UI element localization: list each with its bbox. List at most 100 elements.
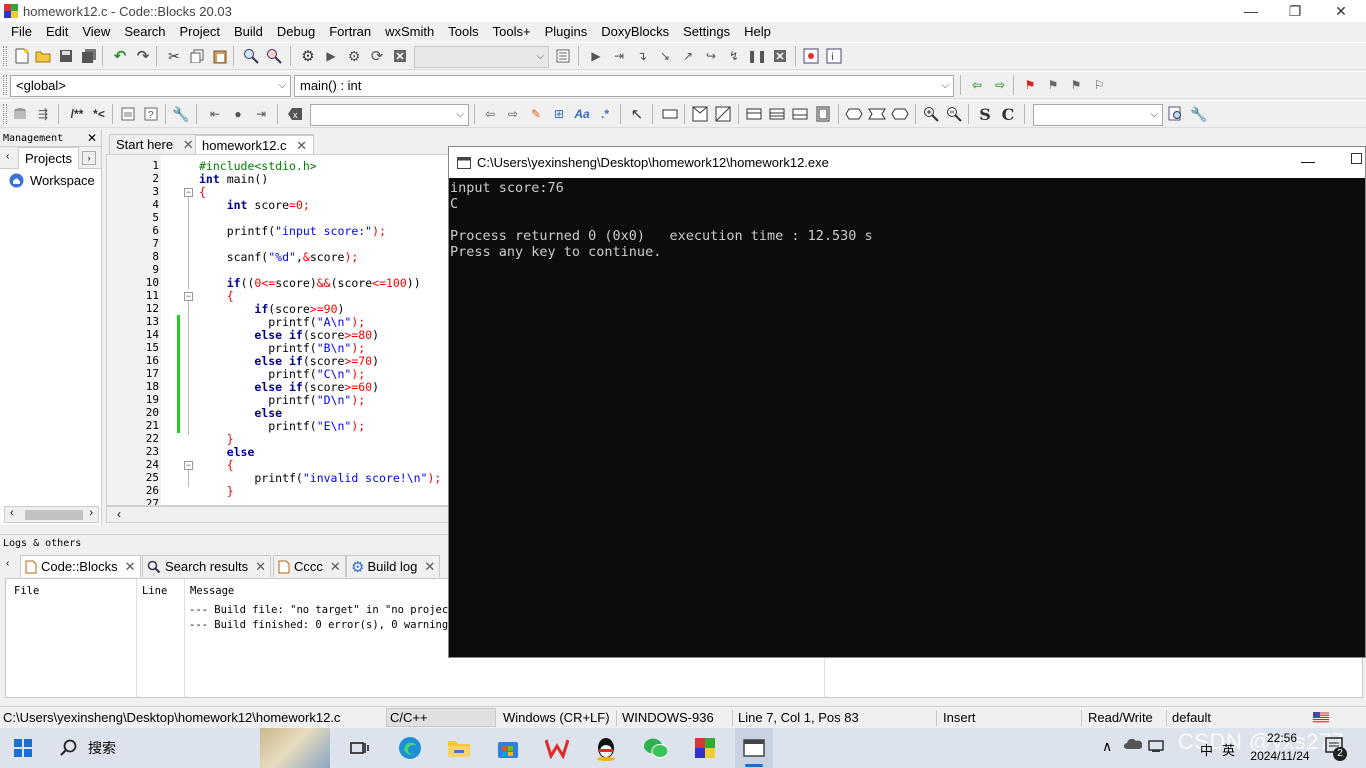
undo-icon[interactable]: ↶ — [110, 46, 130, 66]
next-line-icon[interactable]: ↴ — [632, 46, 652, 66]
abort-icon[interactable] — [390, 46, 410, 66]
symbol-find-icon[interactable] — [1166, 104, 1186, 124]
workspace-tree-item[interactable]: Workspace — [0, 169, 101, 188]
editor-hscroll[interactable]: ‹ — [106, 506, 450, 523]
line-number[interactable]: 7 — [107, 237, 159, 250]
toolbar-grip[interactable] — [3, 46, 7, 66]
flow-switch-icon[interactable] — [713, 104, 733, 124]
close-tab-icon[interactable]: ✕ — [296, 138, 307, 153]
console-window[interactable]: C:\Users\yexinsheng\Desktop\homework12\h… — [448, 146, 1366, 658]
line-number[interactable]: 8 — [107, 250, 159, 263]
save-all-icon[interactable] — [79, 46, 99, 66]
find-icon[interactable] — [241, 46, 261, 66]
menu-tools[interactable]: Tools — [441, 22, 485, 42]
menu-project[interactable]: Project — [173, 22, 227, 42]
tab-build-log[interactable]: ⚙ Build log ✕ — [346, 555, 441, 577]
codeblocks-taskbar-icon[interactable] — [689, 732, 721, 764]
debug-start-icon[interactable]: ▶ — [586, 46, 606, 66]
zoom-out-icon[interactable] — [944, 104, 964, 124]
network-icon[interactable] — [1148, 738, 1164, 755]
prev-bookmark-icon[interactable]: ⚑ — [1043, 75, 1063, 95]
bookmark-dot-icon[interactable]: ● — [228, 104, 248, 124]
search-next-icon[interactable]: ⇨ — [503, 104, 523, 124]
extract-docs-icon[interactable]: ⇶ — [33, 104, 53, 124]
menu-tools-plus[interactable]: Tools+ — [486, 22, 538, 42]
line-number[interactable]: 11 — [107, 289, 159, 302]
build-target-combo[interactable]: ⌵ — [414, 46, 549, 68]
menu-debug[interactable]: Debug — [270, 22, 322, 42]
console-minimize-button[interactable]: — — [1301, 153, 1315, 169]
column-header-file[interactable]: File — [14, 585, 39, 597]
target-options-icon[interactable] — [553, 46, 573, 66]
close-management-icon[interactable]: ✕ — [87, 130, 97, 147]
debug-windows-icon[interactable] — [801, 46, 821, 66]
close-tab-icon[interactable]: ✕ — [424, 559, 435, 575]
scope-combo[interactable]: <global> ⌵ — [10, 75, 291, 97]
line-number[interactable]: 16 — [107, 354, 159, 367]
search-prev-icon[interactable]: ⇦ — [480, 104, 500, 124]
flow-for-icon[interactable] — [767, 104, 787, 124]
new-file-icon[interactable] — [12, 46, 32, 66]
tab-scroll-right-icon[interactable]: › — [82, 151, 96, 165]
block-comment-button[interactable]: /** — [64, 104, 90, 124]
replace-icon[interactable] — [264, 46, 284, 66]
match-case-icon[interactable]: Aa — [572, 104, 592, 124]
close-tab-icon[interactable]: ✕ — [330, 559, 341, 575]
clock-time[interactable]: 22:56 — [1262, 731, 1302, 745]
show-hidden-icons[interactable]: ∧ — [1102, 738, 1112, 755]
jump-back-icon[interactable]: ⇦ — [967, 75, 987, 95]
line-number[interactable]: 10 — [107, 276, 159, 289]
symbol-search-combo[interactable]: ⌵ — [1033, 104, 1163, 126]
build-settings-icon[interactable]: ⚙ — [298, 46, 318, 66]
c-button[interactable]: C — [998, 104, 1018, 124]
stop-debug-icon[interactable] — [770, 46, 790, 66]
line-number[interactable]: 6 — [107, 224, 159, 237]
function-combo[interactable]: main() : int ⌵ — [294, 75, 954, 97]
tab-projects[interactable]: Projects — [18, 147, 79, 169]
toggle-bookmark-icon[interactable]: ⚑ — [1020, 75, 1040, 95]
clock-date[interactable]: 2024/11/24 — [1240, 749, 1320, 763]
line-number[interactable]: 5 — [107, 211, 159, 224]
line-number[interactable]: 17 — [107, 367, 159, 380]
line-number[interactable]: 24 — [107, 458, 159, 471]
close-tab-icon[interactable]: ✕ — [255, 559, 266, 575]
toolbar-grip[interactable] — [3, 104, 7, 124]
flow-while-icon[interactable] — [744, 104, 764, 124]
jump-forward-icon[interactable]: ⇨ — [990, 75, 1010, 95]
menu-wxsmith[interactable]: wxSmith — [378, 22, 441, 42]
menu-file[interactable]: File — [4, 22, 39, 42]
next-line-marker-icon[interactable]: ⇥ — [251, 104, 271, 124]
next-instruction-icon[interactable]: ↪ — [701, 46, 721, 66]
zoom-in-icon[interactable] — [921, 104, 941, 124]
tab-homework12[interactable]: homework12.c ✕ — [195, 134, 315, 154]
line-number[interactable]: 19 — [107, 393, 159, 406]
step-into-instruction-icon[interactable]: ↯ — [724, 46, 744, 66]
file-explorer-icon[interactable] — [443, 732, 475, 764]
management-hscroll[interactable]: ‹ › — [4, 506, 99, 523]
line-number[interactable]: 20 — [107, 406, 159, 419]
save-icon[interactable] — [56, 46, 76, 66]
next-bookmark-icon[interactable]: ⚑ — [1066, 75, 1086, 95]
flow-instruction-icon[interactable] — [813, 104, 833, 124]
paste-icon[interactable] — [210, 46, 230, 66]
pause-icon[interactable]: ❚❚ — [747, 46, 767, 66]
tab-scroll-left-icon[interactable]: ‹ — [6, 151, 9, 162]
wechat-icon[interactable] — [640, 732, 672, 764]
rebuild-icon[interactable]: ⟳ — [367, 46, 387, 66]
flow-block-icon[interactable] — [660, 104, 680, 124]
cut-icon[interactable]: ✂ — [164, 46, 184, 66]
flow-return-icon[interactable] — [890, 104, 910, 124]
menu-fortran[interactable]: Fortran — [322, 22, 378, 42]
language-indicator[interactable]: 英 — [1222, 740, 1235, 759]
tab-codeblocks-log[interactable]: Code::Blocks ✕ — [20, 555, 141, 577]
line-number[interactable]: 15 — [107, 341, 159, 354]
run-icon[interactable]: ▶ — [321, 46, 341, 66]
column-header-line[interactable]: Line — [142, 585, 167, 597]
scroll-left-icon[interactable]: ‹ — [10, 507, 14, 519]
menu-edit[interactable]: Edit — [39, 22, 75, 42]
s-button[interactable]: S — [975, 104, 995, 124]
close-tab-icon[interactable]: ✕ — [125, 559, 136, 575]
flow-do-icon[interactable] — [790, 104, 810, 124]
line-comment-button[interactable]: *< — [88, 104, 110, 124]
line-number[interactable]: 12 — [107, 302, 159, 315]
